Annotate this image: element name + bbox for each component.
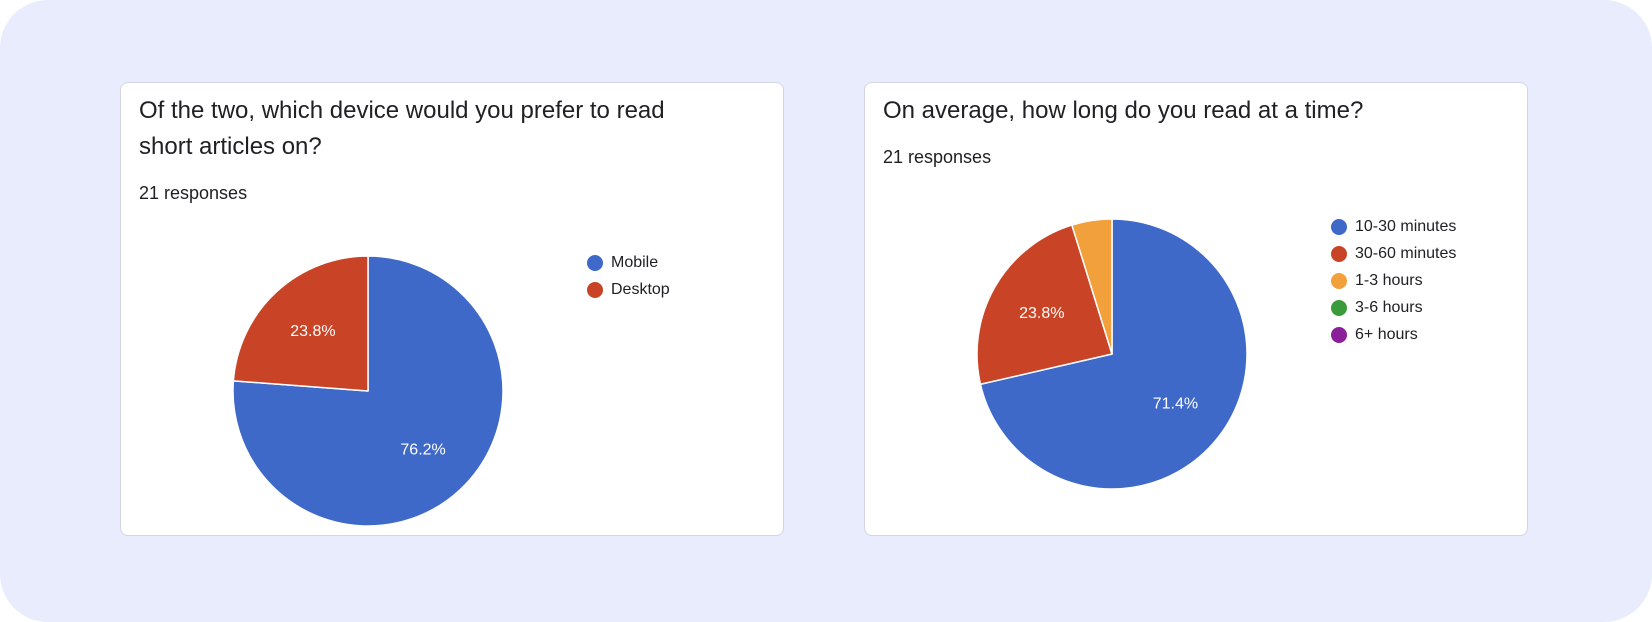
pie-chart-reading-time: 71.4% 23.8% 10-30 minutes 30-60 minutes 1-3 … — [976, 218, 1456, 490]
legend-label: Desktop — [611, 281, 670, 298]
question-card-reading-time: On average, how long do you read at a ti… — [864, 82, 1528, 536]
slice-value-label: 76.2% — [400, 442, 445, 459]
legend-swatch — [587, 255, 603, 271]
page-background: Of the two, which device would you prefe… — [0, 0, 1652, 622]
legend-label: 3-6 hours — [1355, 299, 1423, 316]
pie-slices — [232, 255, 504, 527]
pie-slices — [976, 218, 1248, 490]
legend-label: Mobile — [611, 254, 658, 271]
slice-value-label: 71.4% — [1153, 396, 1198, 413]
legend-item-1-3-hours[interactable]: 1-3 hours — [1331, 272, 1423, 289]
legend-item-10-30-minutes[interactable]: 10-30 minutes — [1331, 218, 1456, 235]
legend-label: 10-30 minutes — [1355, 218, 1456, 235]
pie-chart-device: 76.2% 23.8% Mobile Desktop — [232, 254, 670, 527]
legend-label: 1-3 hours — [1355, 272, 1423, 289]
legend-label: 6+ hours — [1355, 326, 1418, 343]
legend-item-desktop[interactable]: Desktop — [587, 281, 670, 298]
question-card-device: Of the two, which device would you prefe… — [120, 82, 784, 536]
legend-label: 30-60 minutes — [1355, 245, 1456, 262]
legend-swatch — [587, 282, 603, 298]
legend-swatch — [1331, 273, 1347, 289]
slice-value-label: 23.8% — [290, 323, 335, 340]
legend-item-6-hours[interactable]: 6+ hours — [1331, 326, 1418, 343]
chart-legend: 10-30 minutes 30-60 minutes 1-3 hours 3-6 h… — [1331, 218, 1456, 343]
legend-item-30-60-minutes[interactable]: 30-60 minutes — [1331, 245, 1456, 262]
legend-item-mobile[interactable]: Mobile — [587, 254, 658, 271]
legend-swatch — [1331, 219, 1347, 235]
legend-swatch — [1331, 246, 1347, 262]
legend-swatch — [1331, 300, 1347, 316]
slice-value-label: 23.8% — [1019, 305, 1064, 322]
legend-item-3-6-hours[interactable]: 3-6 hours — [1331, 299, 1423, 316]
chart-legend: Mobile Desktop — [587, 254, 670, 298]
legend-swatch — [1331, 327, 1347, 343]
